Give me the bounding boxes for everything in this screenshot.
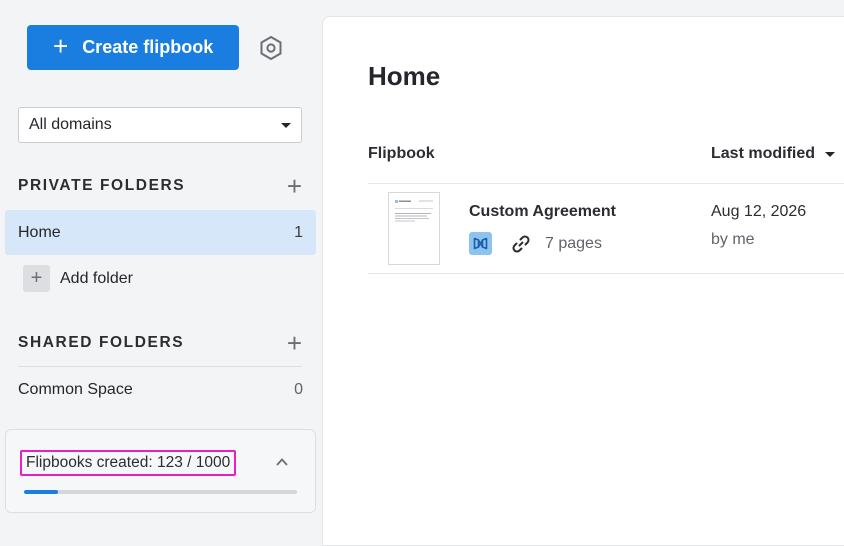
domain-select-value: All domains — [29, 116, 112, 133]
shared-folders-title: SHARED FOLDERS — [18, 334, 185, 351]
create-flipbook-label: Create flipbook — [82, 37, 214, 57]
link-icon[interactable] — [510, 233, 532, 255]
modified-by: by me — [711, 231, 755, 248]
plus-icon: + — [53, 31, 69, 61]
add-folder-label: Add folder — [60, 269, 133, 287]
modified-date: Aug 12, 2026 — [711, 203, 807, 220]
chevron-down-icon — [281, 122, 291, 128]
page-title: Home — [368, 61, 441, 91]
add-private-folder-icon[interactable]: + — [287, 173, 302, 199]
folder-count: 0 — [294, 380, 303, 398]
create-flipbook-button[interactable]: + Create flipbook — [27, 25, 239, 70]
sidebar: + Create flipbook All domains PRIVATE FO… — [0, 0, 322, 532]
flipbook-thumbnail[interactable] — [388, 192, 440, 265]
shared-folders-header: SHARED FOLDERS + — [18, 328, 302, 358]
quota-progress-bar — [24, 490, 297, 494]
chevron-down-icon — [825, 151, 836, 157]
column-header-last-modified[interactable]: Last modified — [711, 145, 836, 163]
private-folders-header: PRIVATE FOLDERS + — [18, 171, 302, 201]
plus-icon: + — [23, 265, 50, 292]
column-header-flipbook: Flipbook — [368, 145, 435, 162]
flipbook-title[interactable]: Custom Agreement — [469, 203, 616, 221]
page-count: 7 pages — [545, 234, 602, 252]
quota-panel: Flipbooks created: 123 / 1000 — [5, 429, 316, 513]
last-modified-label: Last modified — [711, 145, 816, 162]
flipbook-icon — [469, 232, 492, 255]
divider — [368, 273, 844, 274]
quota-progress-fill — [24, 490, 58, 494]
chevron-up-icon[interactable] — [276, 456, 288, 468]
domain-select[interactable]: All domains — [18, 107, 302, 143]
settings-icon[interactable] — [257, 34, 285, 62]
folder-count: 1 — [294, 223, 303, 241]
private-folders-title: PRIVATE FOLDERS — [18, 177, 186, 194]
add-shared-folder-icon[interactable]: + — [287, 330, 302, 356]
main-panel: Home Flipbook Last modified Custom Agree… — [322, 16, 844, 546]
folder-label: Home — [18, 223, 61, 241]
folder-label: Common Space — [18, 380, 133, 398]
quota-label: Flipbooks created: 123 / 1000 — [20, 450, 237, 476]
flipbook-meta: 7 pages — [469, 232, 602, 255]
sidebar-item-common-space[interactable]: Common Space 0 — [5, 367, 316, 412]
divider — [368, 183, 844, 184]
sidebar-item-home[interactable]: Home 1 — [5, 210, 316, 255]
add-folder-button[interactable]: + Add folder — [23, 265, 133, 292]
